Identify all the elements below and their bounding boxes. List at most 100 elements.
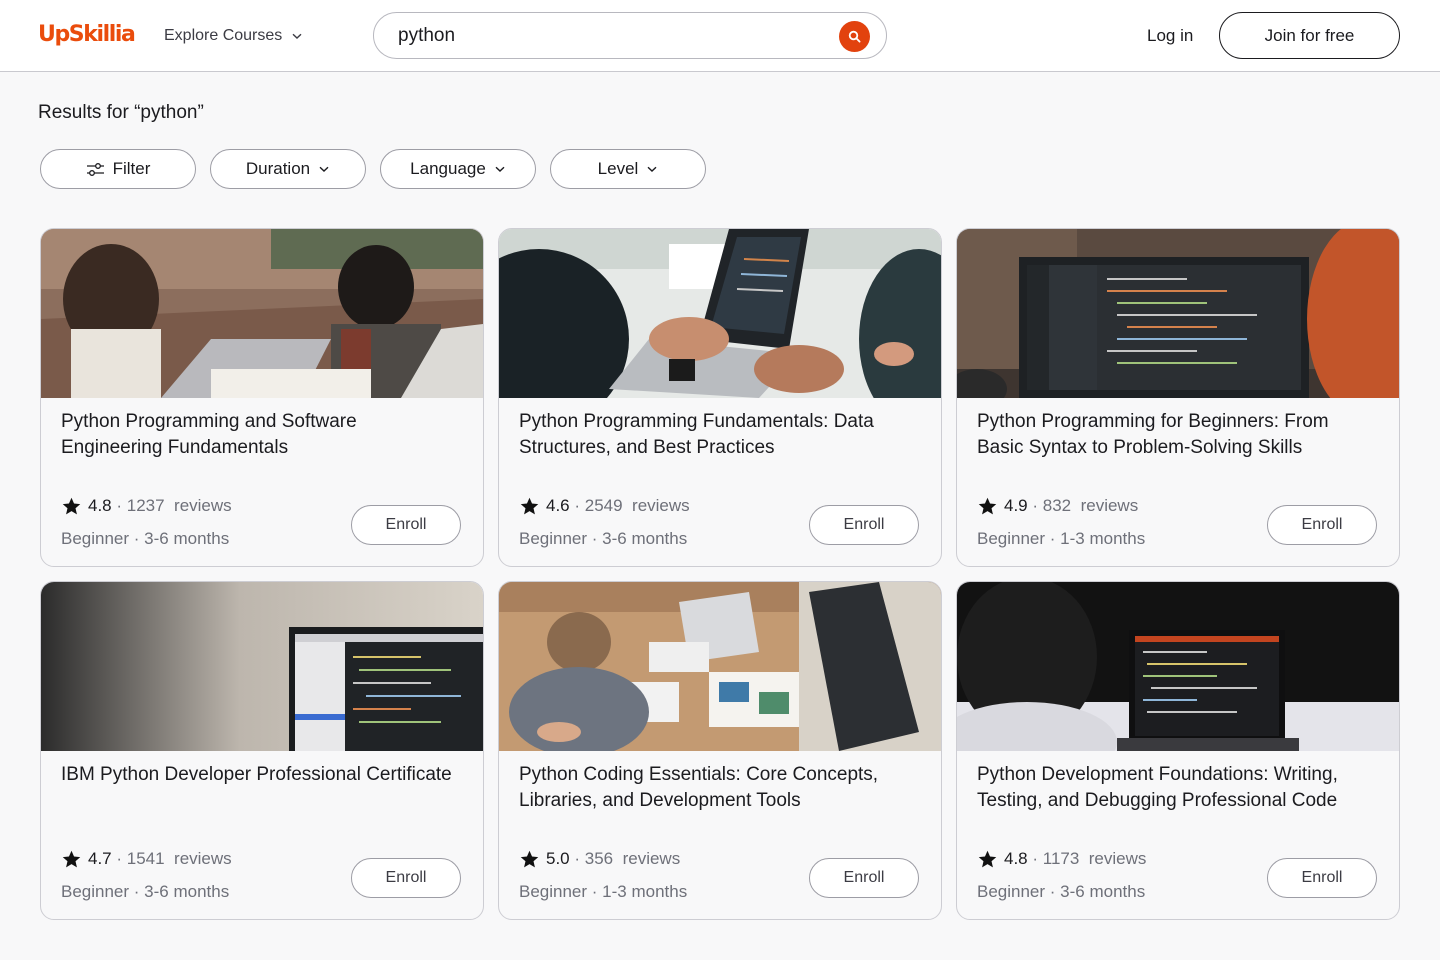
enroll-button[interactable]: Enroll: [1267, 505, 1377, 545]
enroll-button[interactable]: Enroll: [809, 505, 919, 545]
review-count: 2549: [584, 496, 623, 515]
duration-label: Duration: [245, 159, 311, 178]
duration-dropdown[interactable]: Duration: [210, 149, 366, 189]
enroll-button[interactable]: Enroll: [809, 858, 919, 898]
reviews-label: reviews: [1088, 849, 1147, 868]
reviews-label: reviews: [174, 849, 232, 868]
search-icon: [848, 30, 861, 43]
rating-value: 5.0: [546, 849, 570, 868]
rating-value: 4.9: [1004, 496, 1028, 515]
course-card[interactable]: Python Programming Fundamentals: Data St…: [498, 228, 942, 567]
star-icon: [520, 497, 539, 514]
sliders-icon: [86, 162, 104, 176]
course-level: Beginner: [977, 529, 1046, 548]
review-count: 356: [584, 849, 614, 868]
course-duration: 1-3 months: [602, 882, 688, 901]
course-rating: 4.9 · 832 reviews: [977, 494, 1138, 518]
search-bar: [373, 12, 887, 59]
course-thumbnail-image[interactable]: [957, 582, 1399, 751]
star-icon: [62, 850, 81, 867]
search-input[interactable]: [398, 23, 818, 49]
star-icon: [978, 497, 997, 514]
reviews-label: reviews: [174, 496, 232, 515]
course-level: Beginner: [61, 882, 130, 901]
reviews-label: reviews: [1080, 496, 1139, 515]
students-studying-image: [41, 229, 483, 398]
code-monitor-image: [957, 229, 1399, 398]
brand-logo[interactable]: UpSkillia: [38, 20, 136, 50]
course-card[interactable]: IBM Python Developer Professional Certif…: [40, 581, 484, 920]
course-meta: Beginner · 3-6 months: [977, 882, 1146, 901]
course-meta: Beginner · 1-3 months: [519, 882, 688, 901]
chevron-down-icon: [495, 166, 505, 172]
chevron-down-icon: [292, 33, 302, 39]
chevron-down-icon: [647, 166, 657, 172]
course-rating: 4.6 · 2549 reviews: [519, 494, 690, 518]
course-level: Beginner: [519, 529, 588, 548]
reviews-label: reviews: [632, 496, 690, 515]
enroll-button[interactable]: Enroll: [1267, 858, 1377, 898]
explore-courses-label: Explore Courses: [164, 27, 283, 44]
course-meta: Beginner · 1-3 months: [977, 529, 1146, 548]
review-count: 832: [1042, 496, 1072, 515]
course-level: Beginner: [61, 529, 130, 548]
rating-value: 4.7: [88, 849, 112, 868]
star-icon: [62, 497, 81, 514]
course-duration: 1-3 months: [1060, 529, 1146, 548]
course-title[interactable]: Python Development Foundations: Writing,…: [977, 762, 1377, 814]
course-thumbnail-image[interactable]: [41, 229, 483, 398]
language-label: Language: [410, 159, 486, 178]
filter-button[interactable]: Filter: [40, 149, 196, 189]
language-dropdown[interactable]: Language: [380, 149, 536, 189]
search-button[interactable]: [839, 21, 870, 52]
course-card[interactable]: Python Programming for Beginners: From B…: [956, 228, 1400, 567]
reviews-label: reviews: [622, 849, 681, 868]
course-duration: 3-6 months: [602, 529, 688, 548]
login-link[interactable]: Log in: [1147, 23, 1193, 49]
star-icon: [520, 850, 539, 867]
course-title[interactable]: Python Programming and Software Engineer…: [61, 409, 461, 461]
course-card[interactable]: Python Programming and Software Engineer…: [40, 228, 484, 567]
course-meta: Beginner · 3-6 months: [61, 882, 230, 901]
join-for-free-button[interactable]: Join for free: [1219, 12, 1400, 59]
course-meta: Beginner · 3-6 months: [61, 529, 230, 548]
course-card[interactable]: Python Development Foundations: Writing,…: [956, 581, 1400, 920]
explore-courses-dropdown[interactable]: Explore Courses: [164, 23, 303, 49]
course-card[interactable]: Python Coding Essentials: Core Concepts,…: [498, 581, 942, 920]
course-thumbnail-image[interactable]: [41, 582, 483, 751]
results-heading: Results for “python”: [38, 102, 204, 123]
top-navigation-bar: UpSkillia Explore Courses Log in Join fo…: [0, 0, 1440, 72]
rating-value: 4.6: [546, 496, 570, 515]
course-rating: 4.8 · 1173 reviews: [977, 847, 1146, 871]
review-count: 1173: [1042, 849, 1080, 868]
enroll-button[interactable]: Enroll: [351, 505, 461, 545]
course-title[interactable]: Python Programming Fundamentals: Data St…: [519, 409, 919, 461]
course-meta: Beginner · 3-6 months: [519, 529, 688, 548]
level-label: Level: [597, 159, 639, 178]
review-count: 1541: [126, 849, 165, 868]
rating-value: 4.8: [1004, 849, 1028, 868]
course-duration: 3-6 months: [144, 882, 230, 901]
course-title[interactable]: IBM Python Developer Professional Certif…: [61, 762, 461, 788]
rating-value: 4.8: [88, 496, 112, 515]
course-thumbnail-image[interactable]: [499, 582, 941, 751]
course-level: Beginner: [519, 882, 588, 901]
star-icon: [978, 850, 997, 867]
course-level: Beginner: [977, 882, 1046, 901]
course-title[interactable]: Python Coding Essentials: Core Concepts,…: [519, 762, 919, 814]
chevron-down-icon: [319, 166, 329, 172]
course-duration: 3-6 months: [1060, 882, 1146, 901]
course-title[interactable]: Python Programming for Beginners: From B…: [977, 409, 1377, 461]
course-thumbnail-image[interactable]: [499, 229, 941, 398]
level-dropdown[interactable]: Level: [550, 149, 706, 189]
workspace-topdown-image: [499, 582, 941, 751]
course-duration: 3-6 months: [144, 529, 230, 548]
course-rating: 4.8 · 1237 reviews: [61, 494, 232, 518]
filter-label: Filter: [112, 159, 151, 178]
review-count: 1237: [126, 496, 165, 515]
course-rating: 5.0 · 356 reviews: [519, 847, 680, 871]
developer-headphones-image: [957, 582, 1399, 751]
course-rating: 4.7 · 1541 reviews: [61, 847, 232, 871]
course-thumbnail-image[interactable]: [957, 229, 1399, 398]
enroll-button[interactable]: Enroll: [351, 858, 461, 898]
